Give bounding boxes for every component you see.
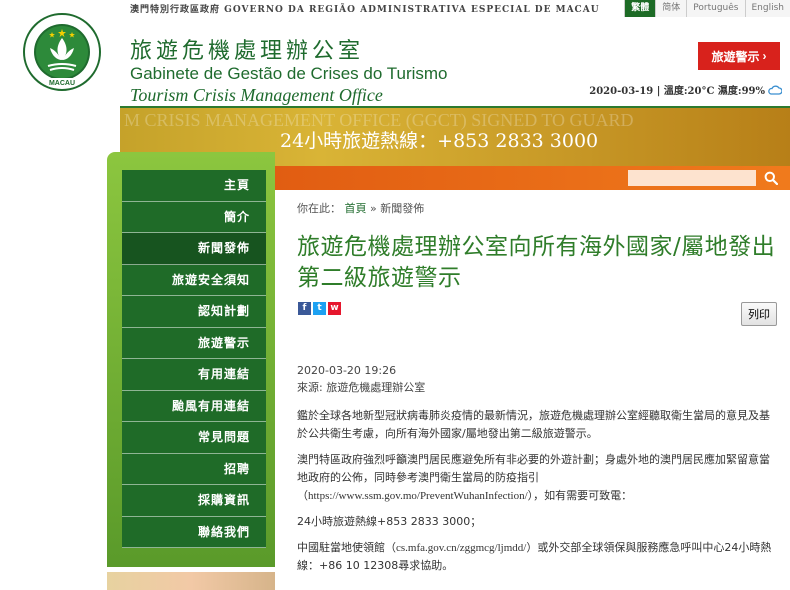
lang-portuguese[interactable]: Português: [686, 0, 745, 17]
print-button[interactable]: 列印: [741, 302, 777, 326]
ssm-link[interactable]: https://www.ssm.gov.mo/PreventWuhanInfec…: [308, 490, 528, 502]
sidebar-item-recruitment[interactable]: 招聘: [122, 453, 266, 485]
emblem-label: MACAU: [49, 80, 75, 87]
sidebar-item-about[interactable]: 簡介: [122, 201, 266, 233]
breadcrumb: 你在此： 首頁 » 新聞發佈: [297, 200, 424, 216]
breadcrumb-prefix: 你在此：: [297, 202, 341, 215]
hotline-text: 24小時旅遊熱線：+853 2833 3000: [280, 130, 599, 152]
search-button[interactable]: [760, 168, 782, 188]
article-title: 旅遊危機處理辦公室向所有海外國家/屬地發出第二級旅遊警示: [297, 234, 776, 291]
language-bar: 繁體 简体 Português English: [624, 0, 790, 17]
article-date: 2020-03-20 19:26: [297, 364, 397, 377]
sidebar-item-procurement[interactable]: 採購資訊: [122, 485, 266, 517]
article-paragraph: 24小時旅遊熱線+853 2833 3000；: [297, 515, 482, 528]
chevron-right-icon: ›: [762, 49, 767, 63]
sidebar-nav: 主頁 簡介 新聞發佈 旅遊安全須知 認知計劃 旅遊警示 有用連結 颱風有用連結 …: [107, 152, 275, 567]
weather-text: 2020-03-19 | 溫度:20°C 濕度:99%: [589, 86, 765, 97]
sidebar-promo-image[interactable]: [107, 572, 275, 590]
cloud-icon: [768, 85, 782, 95]
weibo-share-icon[interactable]: w: [328, 302, 341, 315]
sidebar-item-useful-links[interactable]: 有用連結: [122, 359, 266, 391]
travel-alert-label: 旅遊警示: [711, 49, 760, 64]
share-buttons: f t w: [298, 302, 341, 315]
sidebar-item-travel-alert[interactable]: 旅遊警示: [122, 327, 266, 359]
facebook-share-icon[interactable]: f: [298, 302, 311, 315]
breadcrumb-current: 新聞發佈: [380, 202, 425, 215]
breadcrumb-separator: »: [370, 202, 377, 215]
sidebar-item-news[interactable]: 新聞發佈: [122, 233, 266, 265]
mfa-link[interactable]: cs.mfa.gov.cn/zggmcg/ljmdd/: [396, 542, 526, 554]
breadcrumb-home-link[interactable]: 首頁: [345, 202, 367, 215]
article-paragraph: 中國駐當地使領館（cs.mfa.gov.cn/zggmcg/ljmdd/）或外交…: [297, 541, 772, 572]
gov-strip: 澳門特別行政區政府 GOVERNO DA REGIÃO ADMINISTRATI…: [0, 0, 790, 17]
sidebar-item-faq[interactable]: 常見問題: [122, 422, 266, 454]
article-meta: 2020-03-20 19:26 來源: 旅遊危機處理辦公室: [297, 362, 425, 396]
article-paragraph: 澳門特區政府強烈呼籲澳門居民應避免所有非必要的外遊計劃；身處外地的澳門居民應加緊…: [297, 453, 770, 502]
twitter-share-icon[interactable]: t: [313, 302, 326, 315]
search-icon: [764, 171, 778, 185]
sidebar-item-typhoon-links[interactable]: 颱風有用連結: [122, 390, 266, 422]
article-source: 來源: 旅遊危機處理辦公室: [297, 381, 426, 394]
office-title-chinese: 旅遊危機處理辦公室: [130, 39, 365, 64]
travel-alert-button[interactable]: 旅遊警示 ›: [698, 42, 780, 70]
office-title-english: Tourism Crisis Management Office: [130, 85, 383, 105]
lang-traditional[interactable]: 繁體: [624, 0, 656, 17]
lang-simplified[interactable]: 简体: [655, 0, 687, 17]
search-input[interactable]: [628, 170, 756, 186]
sidebar-item-contact[interactable]: 聯絡我們: [122, 516, 266, 548]
sidebar-item-awareness[interactable]: 認知計劃: [122, 296, 266, 328]
weather-info: 2020-03-19 | 溫度:20°C 濕度:99%: [589, 82, 782, 97]
sidebar-item-travel-safety[interactable]: 旅遊安全須知: [122, 264, 266, 296]
article-paragraph: 鑑於全球各地新型冠狀病毒肺炎疫情的最新情況，旅遊危機處理辦公室經聽取衛生當局的意…: [297, 409, 770, 440]
sidebar-item-home[interactable]: 主頁: [122, 170, 266, 202]
macau-emblem-icon[interactable]: MACAU: [22, 12, 102, 92]
article-body: 鑑於全球各地新型冠狀病毒肺炎疫情的最新情況，旅遊危機處理辦公室經聽取衛生當局的意…: [297, 407, 779, 583]
lang-english[interactable]: English: [744, 0, 790, 17]
gov-name: 澳門特別行政區政府 GOVERNO DA REGIÃO ADMINISTRATI…: [130, 5, 600, 15]
office-title-portuguese: Gabinete de Gestão de Crises do Turismo: [130, 64, 448, 83]
